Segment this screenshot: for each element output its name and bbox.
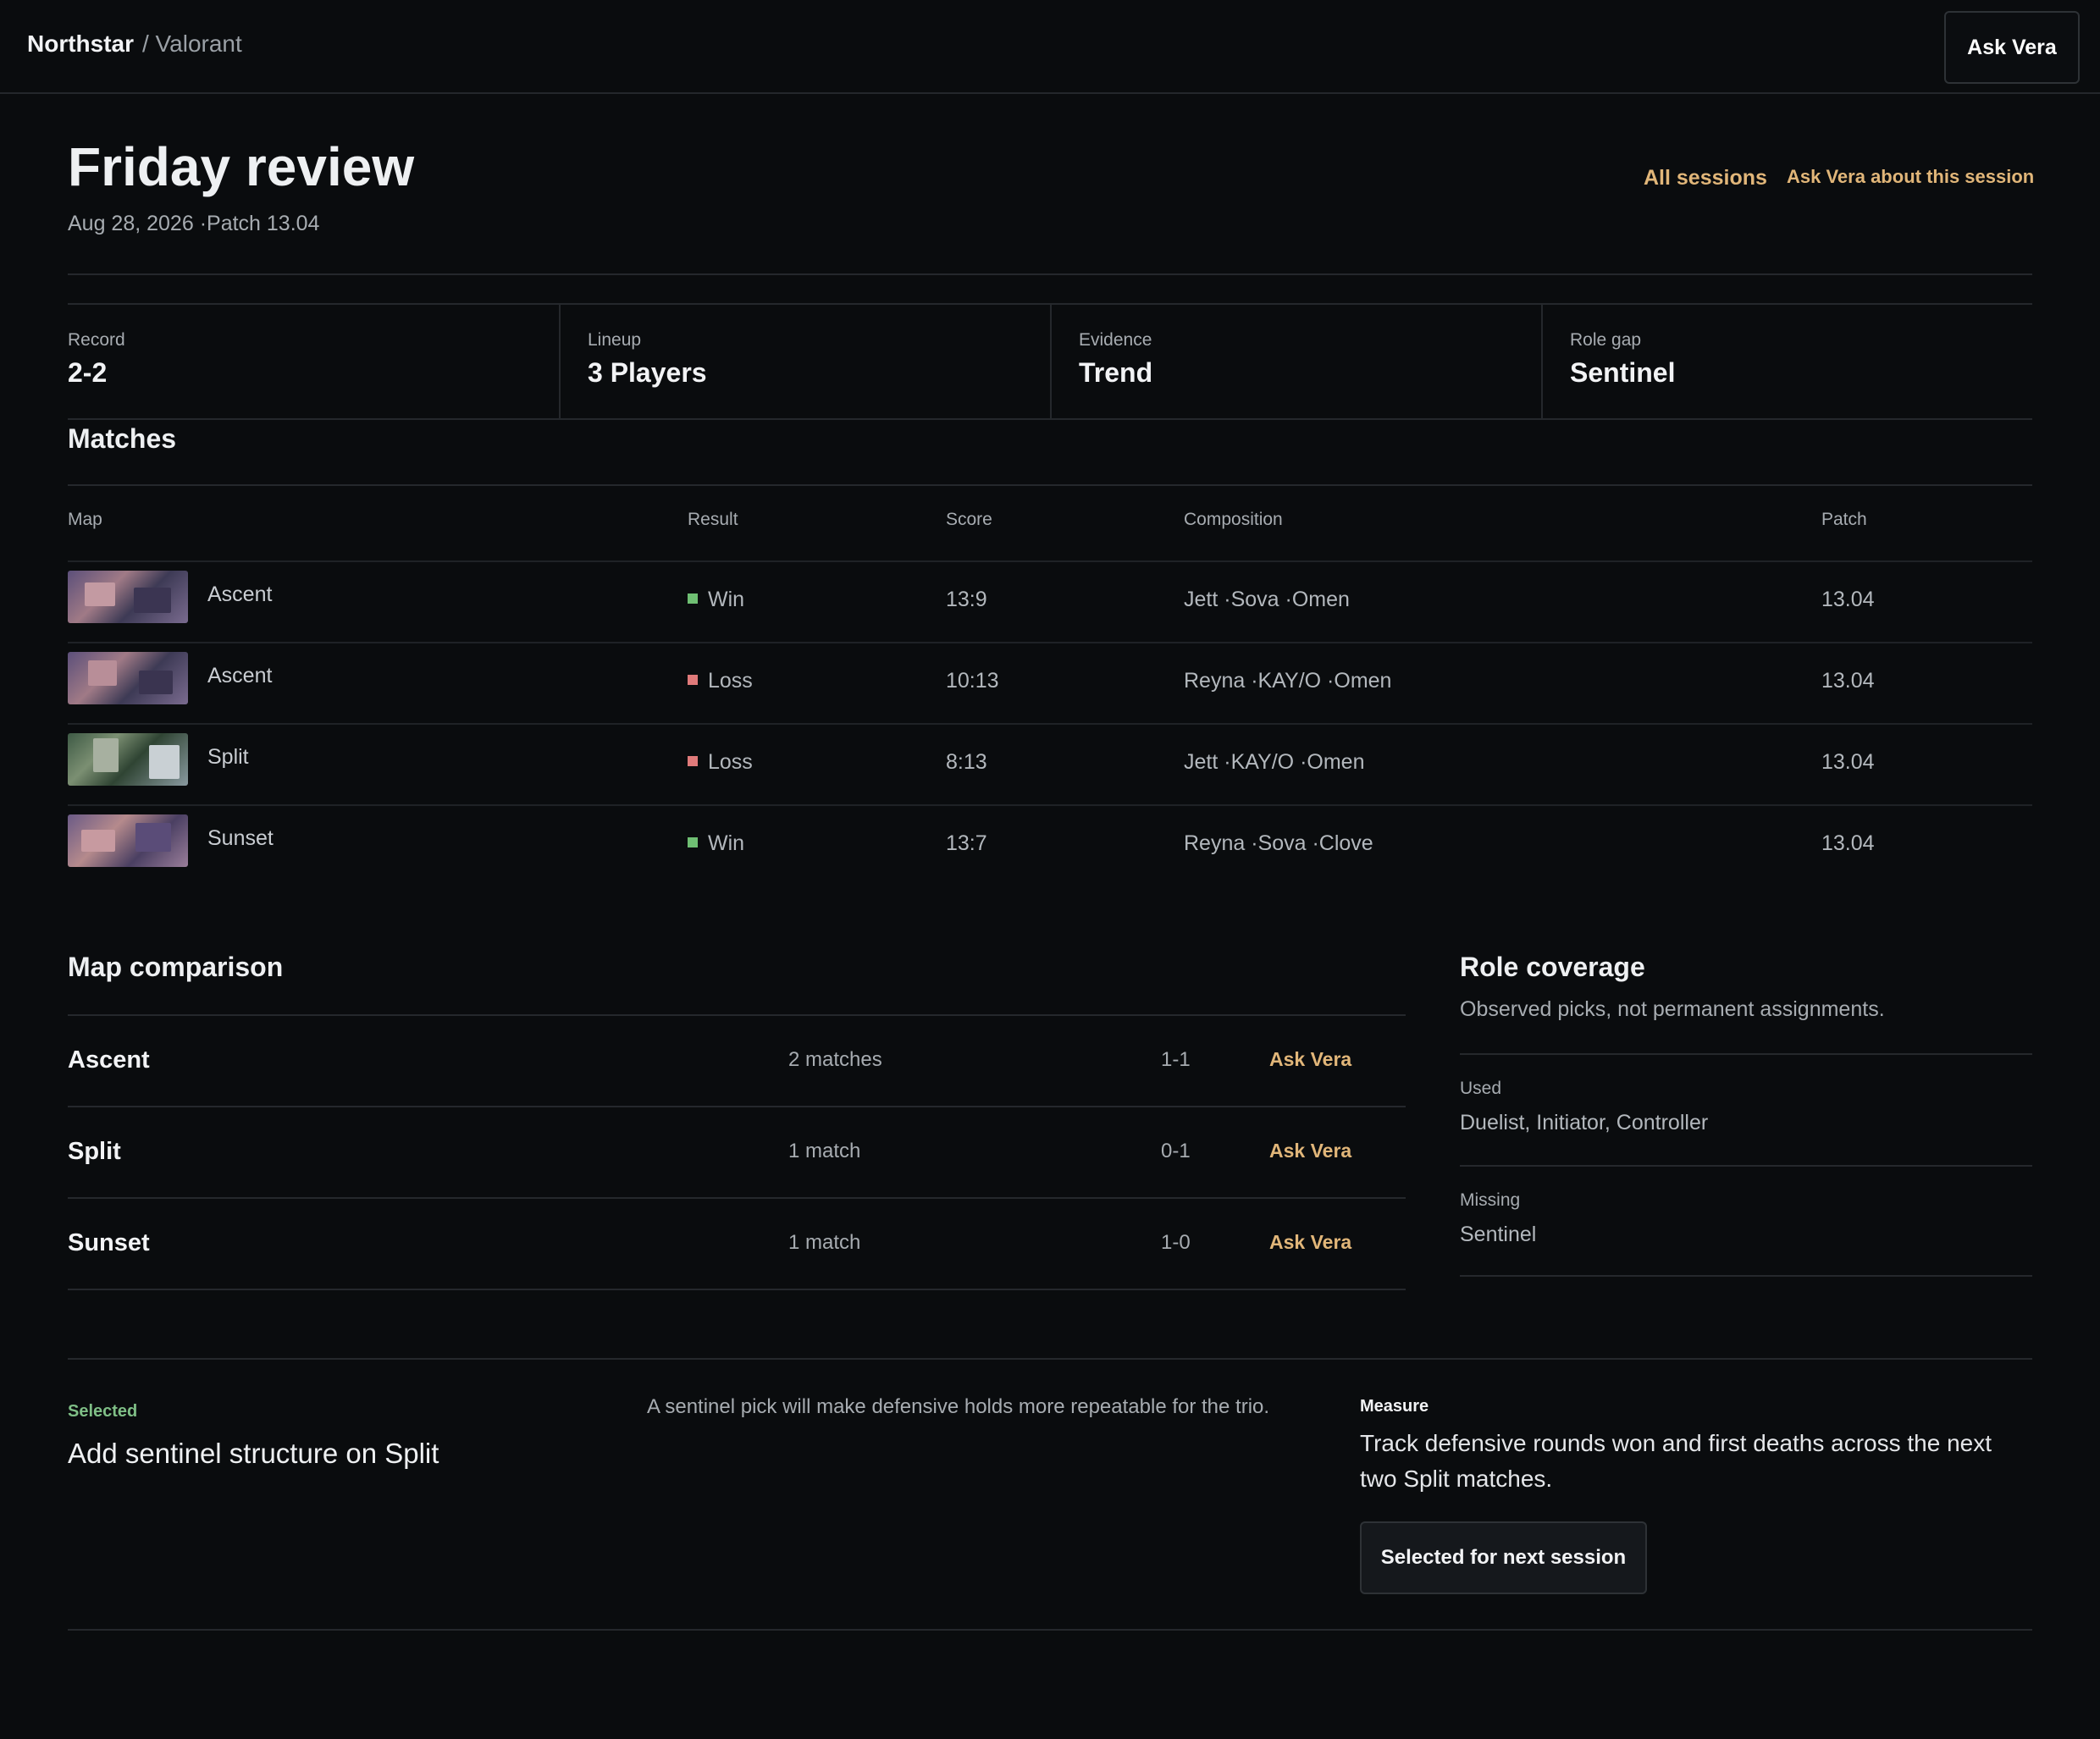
roles-used-value: Duelist, Initiator, Controller [1460,1111,1709,1134]
table-row[interactable]: Ascent Loss 10:13 Reyna ·KAY/O ·Omen 13.… [68,643,2032,725]
result: Loss [688,750,753,775]
column-header-score[interactable]: Score [946,510,992,530]
comparison-record: 0-1 [1161,1140,1191,1162]
column-header-result[interactable]: Result [688,510,738,530]
ask-vera-map-link[interactable]: Ask Vera [1269,1048,1351,1071]
roles-used-label: Used [1460,1079,1502,1098]
map-name: Ascent [207,582,273,606]
stat-value: 2-2 [68,357,108,388]
column-header-composition[interactable]: Composition [1184,510,1283,530]
stat-label: Role gap [1570,330,1642,350]
page-title: Friday review [68,136,415,197]
stat-value: Sentinel [1570,357,1676,388]
map-thumbnail [68,652,188,704]
map-thumbnail [68,733,188,786]
table-row[interactable]: Ascent Win 13:9 Jett ·Sova ·Omen 13.04 [68,562,2032,643]
roles-used: Used Duelist, Initiator, Controller [1460,1053,2032,1165]
score: 13:9 [946,588,987,611]
selected-for-next-session-button[interactable]: Selected for next session [1360,1521,1647,1594]
role-coverage-subtitle: Observed picks, not permanent assignment… [1460,997,1885,1021]
composition: Reyna ·KAY/O ·Omen [1184,669,1392,693]
selected-tag: Selected [68,1402,138,1421]
result: Win [688,588,744,612]
map-thumbnail [68,571,188,623]
column-header-patch[interactable]: Patch [1821,510,1867,530]
comparison-row[interactable]: Sunset 1 match 1-0 Ask Vera [68,1199,1406,1290]
win-indicator [688,593,698,605]
brand-name[interactable]: Northstar [27,30,134,58]
result-label: Win [708,588,745,611]
composition: Reyna ·Sova ·Clove [1184,831,1373,855]
all-sessions-link[interactable]: All sessions [1644,166,1767,190]
comparison-map: Ascent [68,1046,150,1074]
divider [68,1358,2032,1360]
comparison-row[interactable]: Ascent 2 matches 1-1 Ask Vera [68,1016,1406,1107]
ask-vera-map-link[interactable]: Ask Vera [1269,1140,1351,1162]
matches-title: Matches [68,423,177,454]
measure-text: Track defensive rounds won and first dea… [1360,1430,1992,1492]
result-label: Loss [708,669,753,693]
divider [68,418,2032,420]
comparison-map: Split [68,1138,121,1165]
roles-missing-label: Missing [1460,1190,1521,1210]
patch: 13.04 [1821,669,1875,693]
roles-missing-value: Sentinel [1460,1223,1537,1246]
comparison-record: 1-1 [1161,1048,1191,1071]
ask-vera-map-link[interactable]: Ask Vera [1269,1231,1351,1254]
loss-indicator [688,675,698,686]
result-label: Loss [708,750,753,774]
score: 10:13 [946,669,999,693]
stat-value: Trend [1079,357,1153,388]
win-indicator [688,837,698,848]
map-name: Sunset [207,826,274,850]
roles-missing: Missing Sentinel [1460,1165,2032,1277]
role-coverage-title: Role coverage [1460,952,1645,982]
comparison-record: 1-0 [1161,1231,1191,1254]
stat-role-gap: Role gap Sentinel [1543,305,2032,419]
result-label: Win [708,831,745,855]
divider [68,484,2032,486]
comparison-map: Sunset [68,1229,150,1256]
stat-lineup: Lineup 3 Players [561,305,1050,419]
comparison-row[interactable]: Split 1 match 0-1 Ask Vera [68,1107,1406,1199]
patch: 13.04 [1821,588,1875,611]
stat-label: Evidence [1079,330,1152,350]
ask-vera-session-link[interactable]: Ask Vera about this session [1787,166,2034,188]
score: 8:13 [946,750,987,774]
patch: 13.04 [1821,831,1875,855]
patch: 13.04 [1821,750,1875,774]
column-header-map[interactable]: Map [68,510,102,530]
composition: Jett ·Sova ·Omen [1184,588,1350,611]
stat-label: Record [68,330,125,350]
result: Win [688,831,744,856]
stat-label: Lineup [588,330,642,350]
comparison-count: 1 match [788,1140,861,1162]
table-row[interactable]: Split Loss 8:13 Jett ·KAY/O ·Omen 13.04 [68,725,2032,806]
top-bar: Northstar / Valorant Ask Vera [0,0,2100,94]
divider [68,1629,2032,1631]
map-name: Split [207,745,249,769]
map-thumbnail [68,814,188,867]
divider [68,273,2032,275]
comparison-count: 2 matches [788,1048,882,1071]
stat-evidence: Evidence Trend [1052,305,1541,419]
measure-label: Measure [1360,1397,1429,1416]
comparison-count: 1 match [788,1231,861,1254]
stat-record: Record 2-2 [68,305,559,419]
result: Loss [688,669,753,693]
session-meta: Aug 28, 2026 ·Patch 13.04 [68,212,320,235]
map-name: Ascent [207,664,273,687]
loss-indicator [688,756,698,767]
stat-value: 3 Players [588,357,707,388]
selected-title: Add sentinel structure on Split [68,1438,439,1469]
score: 13:7 [946,831,987,855]
selected-description: A sentinel pick will make defensive hold… [647,1395,1270,1418]
ask-vera-button[interactable]: Ask Vera [1944,11,2080,84]
breadcrumb-game[interactable]: / Valorant [142,30,242,58]
map-comparison-title: Map comparison [68,952,284,982]
table-row[interactable]: Sunset Win 13:7 Reyna ·Sova ·Clove 13.04 [68,806,2032,887]
composition: Jett ·KAY/O ·Omen [1184,750,1365,774]
